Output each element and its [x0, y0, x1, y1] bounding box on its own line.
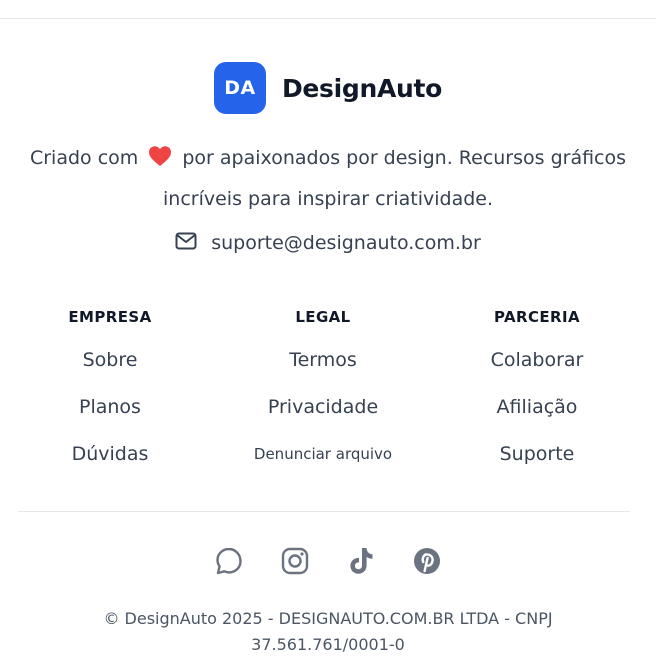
footer-link-planos[interactable]: Planos: [0, 384, 220, 431]
contact-email-text: suporte@designauto.com.br: [211, 232, 481, 254]
footer-link-denunciar-arquivo[interactable]: Denunciar arquivo: [213, 431, 433, 478]
footer-link-afiliacao[interactable]: Afiliação: [427, 384, 647, 431]
column-heading: PARCERIA: [494, 308, 580, 326]
pinterest-icon: [414, 548, 440, 574]
tiktok-link[interactable]: [343, 543, 379, 579]
tagline-end: por apaixonados por design. Recursos grá…: [163, 147, 627, 210]
instagram-icon: [281, 547, 309, 575]
copyright-text: © DesignAuto 2025 - DESIGNAUTO.COM.BR LT…: [103, 609, 553, 654]
column-legal: LEGAL Termos Privacidade Denunciar arqui…: [213, 305, 433, 478]
footer-link-termos[interactable]: Termos: [213, 337, 433, 384]
footer-link-duvidas[interactable]: Dúvidas: [0, 431, 220, 478]
whatsapp-icon: [216, 547, 242, 575]
contact-email[interactable]: suporte@designauto.com.br: [0, 232, 656, 254]
instagram-link[interactable]: [277, 543, 313, 579]
tagline: Criado com por apaixonados por design. R…: [20, 139, 636, 218]
brand[interactable]: DA DesignAuto: [0, 62, 656, 114]
heart-icon: [148, 142, 172, 180]
tiktok-icon: [350, 548, 373, 574]
whatsapp-link[interactable]: [211, 543, 247, 579]
column-heading: LEGAL: [295, 308, 351, 326]
top-divider: [0, 18, 656, 19]
footer-link-colaborar[interactable]: Colaborar: [427, 337, 647, 384]
column-empresa: EMPRESA Sobre Planos Dúvidas: [0, 305, 220, 478]
brand-name: DesignAuto: [281, 73, 443, 103]
tagline-start: Criado com: [29, 147, 139, 169]
column-heading: EMPRESA: [68, 308, 152, 326]
footer-link-sobre[interactable]: Sobre: [0, 337, 220, 384]
footer-link-suporte[interactable]: Suporte: [427, 431, 647, 478]
mail-icon: [175, 232, 197, 254]
column-parceria: PARCERIA Colaborar Afiliação Suporte: [427, 305, 647, 478]
pinterest-link[interactable]: [409, 543, 445, 579]
brand-logo: DA: [213, 62, 266, 114]
social-links: [0, 543, 656, 579]
footer-divider: [18, 511, 630, 512]
footer-link-privacidade[interactable]: Privacidade: [213, 384, 433, 431]
